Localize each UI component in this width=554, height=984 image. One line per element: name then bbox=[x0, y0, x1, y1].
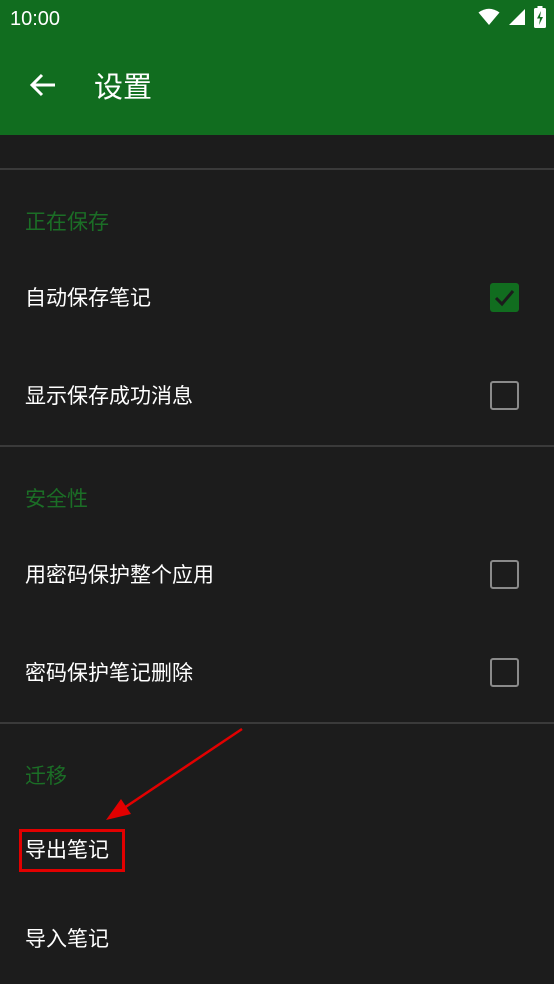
status-time: 10:00 bbox=[10, 8, 61, 30]
password-protect-delete-checkbox[interactable] bbox=[490, 658, 519, 687]
password-protect-app-checkbox[interactable] bbox=[490, 560, 519, 589]
status-icons bbox=[478, 6, 546, 32]
setting-password-protect-delete[interactable]: 密码保护笔记删除 bbox=[0, 624, 554, 722]
setting-label: 密码保护笔记删除 bbox=[25, 661, 193, 685]
section-header-migration: 迁移 bbox=[25, 764, 67, 788]
setting-label: 自动保存笔记 bbox=[25, 286, 151, 310]
setting-show-save-message[interactable]: 显示保存成功消息 bbox=[0, 347, 554, 445]
arrow-back-icon bbox=[29, 71, 57, 103]
section-header-saving: 正在保存 bbox=[25, 210, 109, 234]
setting-label: 用密码保护整个应用 bbox=[25, 563, 214, 587]
setting-import-notes[interactable]: 导入笔记 bbox=[0, 890, 554, 984]
setting-label: 显示保存成功消息 bbox=[25, 384, 193, 408]
section-divider bbox=[0, 168, 554, 170]
section-divider bbox=[0, 722, 554, 724]
section-divider bbox=[0, 445, 554, 447]
cellular-signal-icon bbox=[508, 8, 526, 30]
show-save-message-checkbox[interactable] bbox=[490, 381, 519, 410]
back-button[interactable] bbox=[22, 66, 64, 108]
page-title: 设置 bbox=[94, 70, 153, 104]
annotation-highlight-box bbox=[19, 829, 125, 872]
setting-label: 导入笔记 bbox=[25, 927, 109, 951]
battery-charging-icon bbox=[534, 6, 546, 32]
setting-password-protect-app[interactable]: 用密码保护整个应用 bbox=[0, 526, 554, 624]
setting-auto-save[interactable]: 自动保存笔记 bbox=[0, 249, 554, 347]
status-bar: 10:00 bbox=[0, 0, 554, 38]
check-icon bbox=[494, 290, 515, 307]
section-header-security: 安全性 bbox=[25, 487, 88, 511]
auto-save-checkbox[interactable] bbox=[490, 283, 519, 312]
app-bar: 10:00 设置 bbox=[0, 0, 554, 135]
wifi-icon bbox=[478, 8, 500, 30]
